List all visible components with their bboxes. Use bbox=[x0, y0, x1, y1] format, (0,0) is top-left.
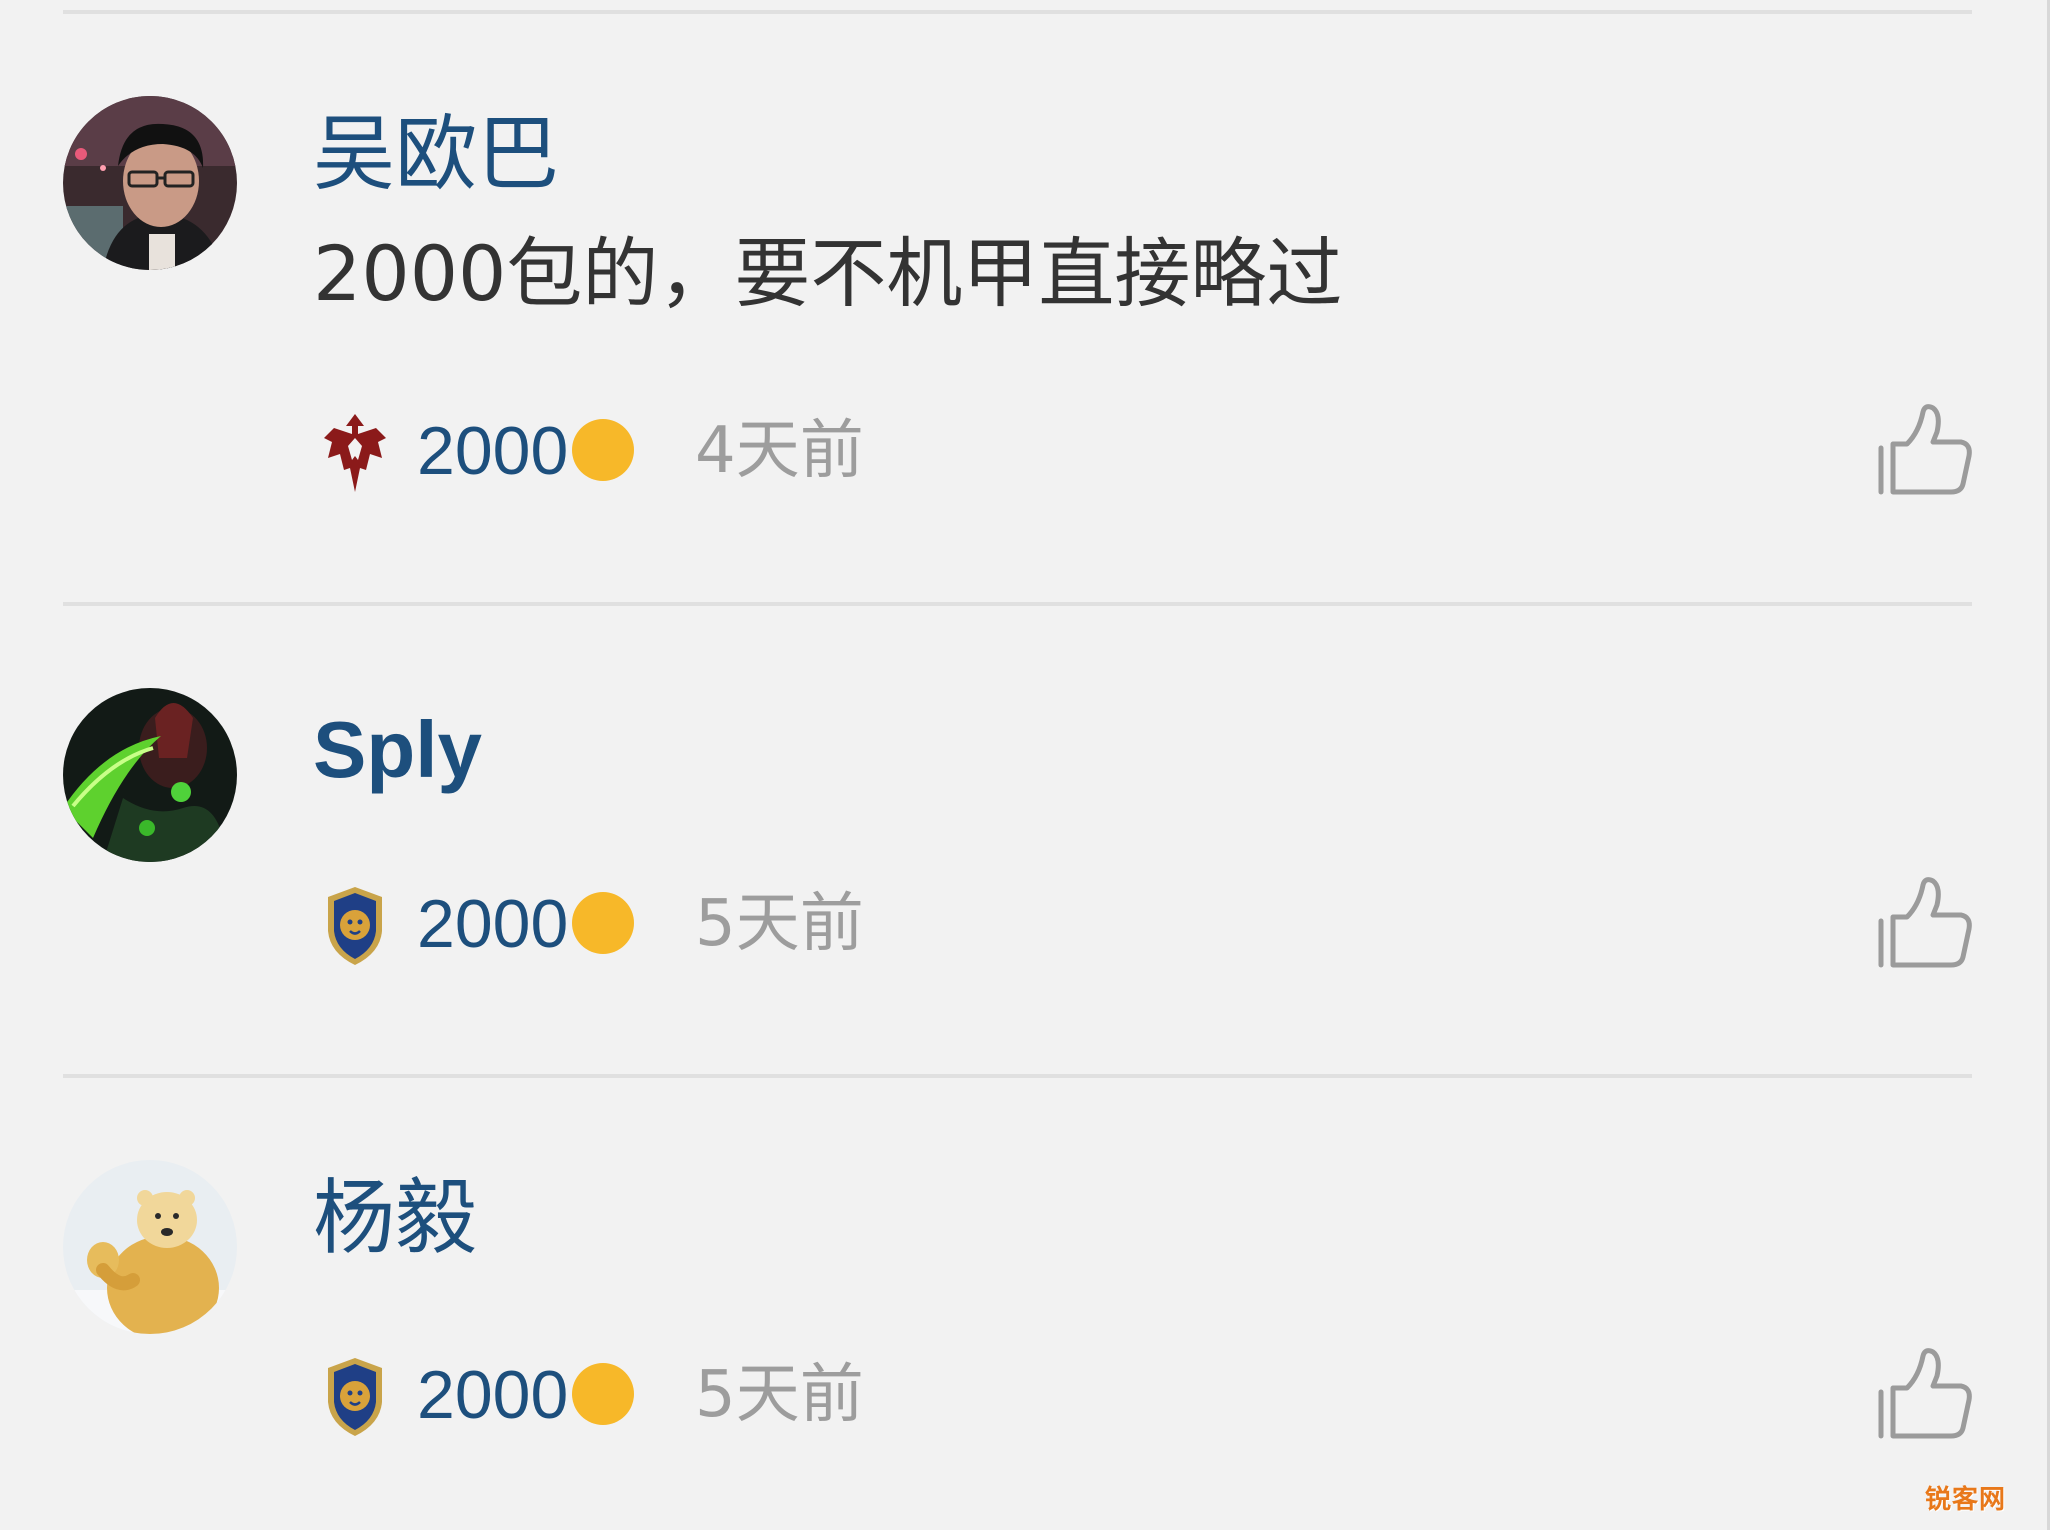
alliance-emblem-icon bbox=[328, 887, 382, 965]
points-value: 2000 bbox=[417, 413, 569, 489]
alliance-emblem-icon bbox=[328, 1358, 382, 1436]
user-avatar[interactable] bbox=[63, 1160, 237, 1334]
username[interactable]: 吴欧巴 bbox=[313, 114, 559, 196]
comment-meta: 2000 5天前 bbox=[313, 1346, 1973, 1446]
horde-emblem-icon bbox=[324, 414, 386, 492]
points-value: 2000 bbox=[417, 886, 569, 962]
thumbs-up-icon[interactable] bbox=[1877, 875, 1973, 971]
divider bbox=[63, 10, 1972, 14]
gold-coin-icon bbox=[572, 1363, 634, 1425]
thumbs-up-icon[interactable] bbox=[1877, 1346, 1973, 1442]
username[interactable]: 杨毅 bbox=[313, 1178, 477, 1260]
user-avatar[interactable] bbox=[63, 688, 237, 862]
username[interactable]: Sply bbox=[313, 710, 482, 790]
comment-text: 2000包的，要不机甲直接略过 bbox=[313, 229, 1343, 318]
points-value: 2000 bbox=[417, 1357, 569, 1433]
user-avatar[interactable] bbox=[63, 96, 237, 270]
gold-coin-icon bbox=[572, 892, 634, 954]
divider bbox=[63, 602, 1972, 606]
post-time: 4天前 bbox=[695, 414, 864, 488]
comment-meta: 2000 5天前 bbox=[313, 875, 1973, 975]
watermark: 锐客网 bbox=[1924, 1485, 2006, 1515]
comment-meta: 2000 4天前 bbox=[313, 402, 1973, 502]
thumbs-up-icon[interactable] bbox=[1877, 402, 1973, 498]
post-time: 5天前 bbox=[695, 887, 864, 961]
gold-coin-icon bbox=[572, 419, 634, 481]
post-time: 5天前 bbox=[695, 1358, 864, 1432]
divider bbox=[63, 1074, 1972, 1078]
comment-list-page: 吴欧巴 2000包的，要不机甲直接略过 2000 4天前 Sply 2000 5… bbox=[0, 0, 2050, 1530]
